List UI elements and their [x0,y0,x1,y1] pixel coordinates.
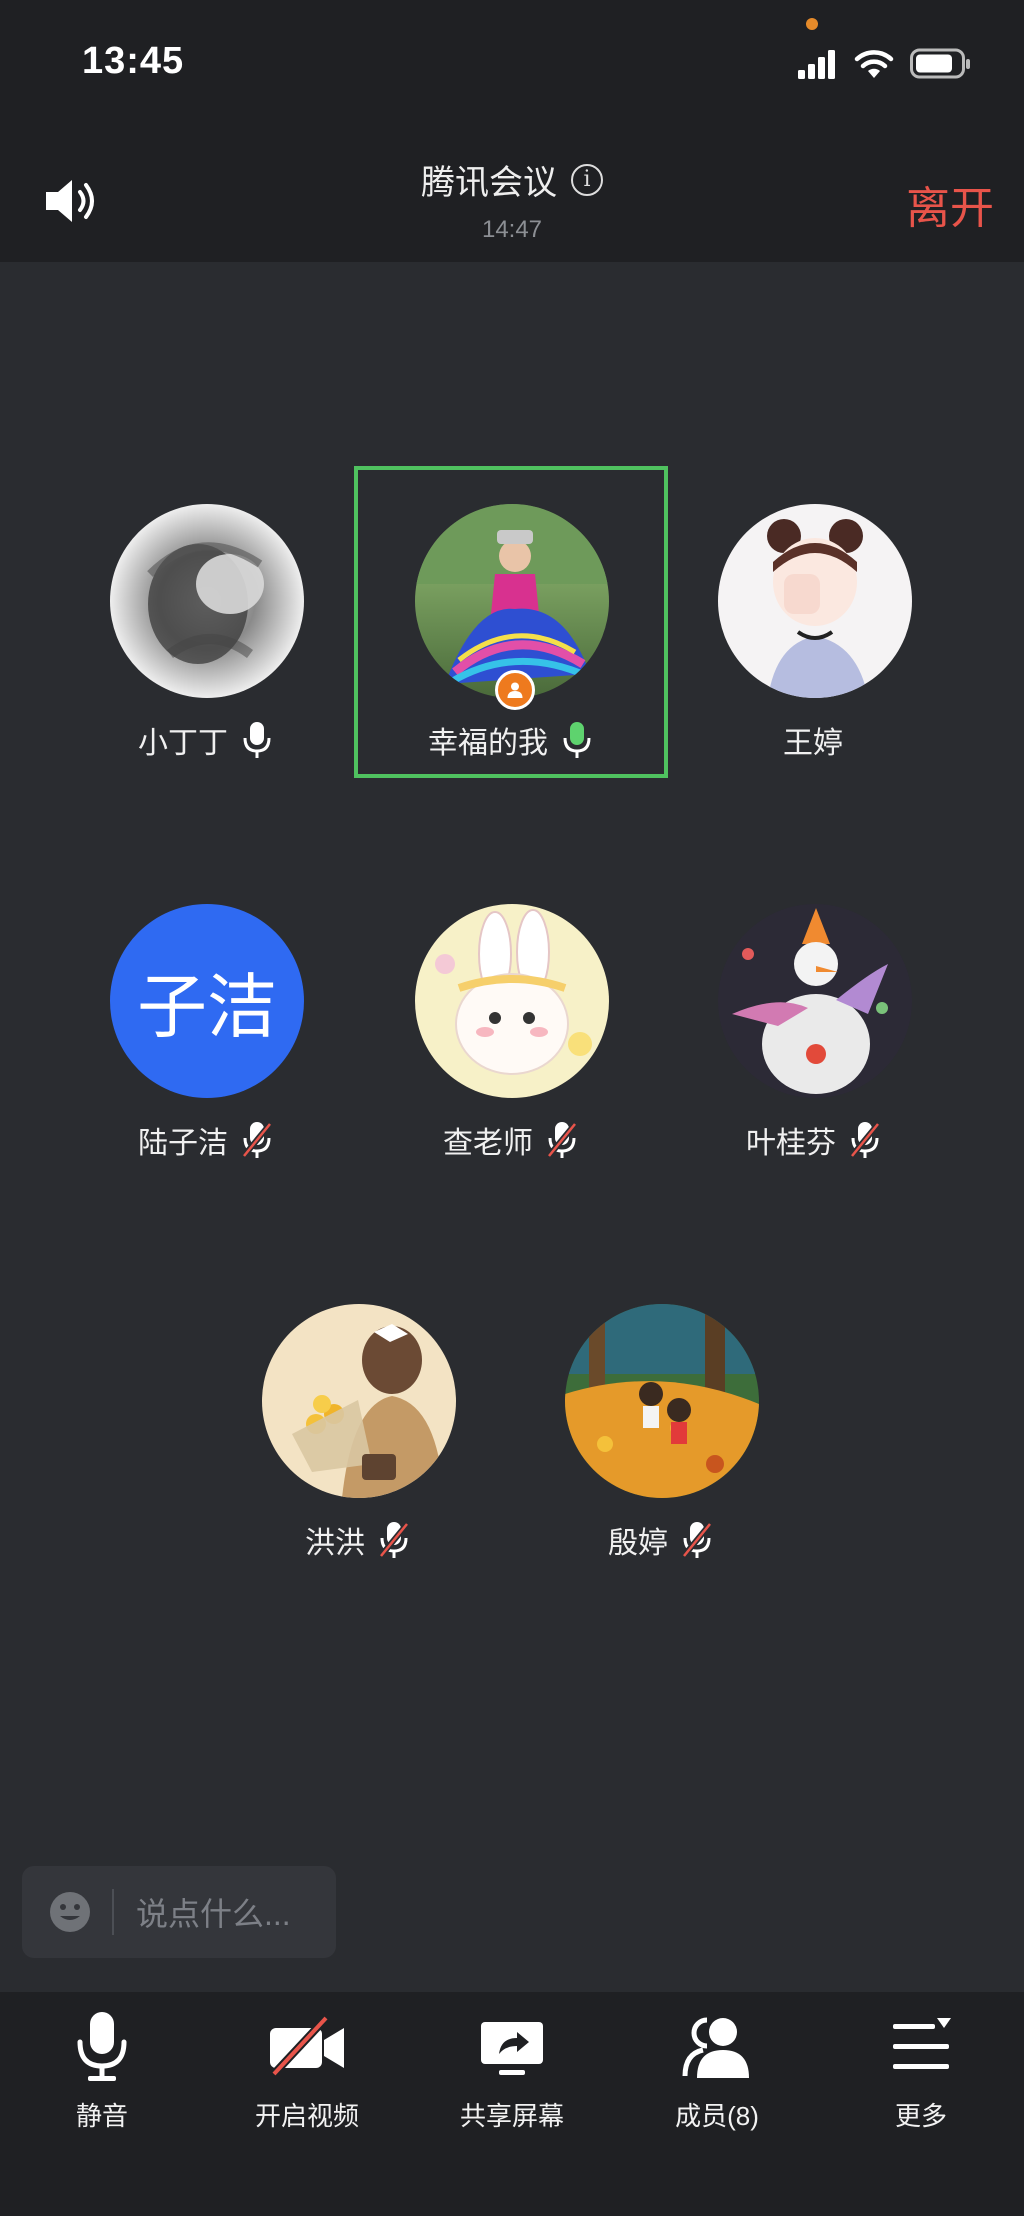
avatar-image [435,909,592,1075]
members-icon [682,2017,749,2078]
participant-name: 王婷 [783,727,843,760]
chat-placeholder: 说点什么... [136,1896,291,1932]
participant-name-row: 叶桂芬 [693,1118,933,1162]
avatar-image [147,542,264,664]
participant-tile[interactable]: 殷婷 [540,1262,780,1560]
participant-tile[interactable]: 叶桂芬 [693,862,933,1160]
cellular-signal-icon [798,50,835,79]
participant-name-row: 洪洪 [237,1518,477,1562]
avatar-image [767,519,868,698]
avatar-image [732,908,888,1094]
share-screen-button[interactable]: 共享屏幕 [437,2010,587,2133]
microphone-muted-icon [682,1521,712,1559]
video-button[interactable]: 开启视频 [232,2010,382,2133]
participant-tile[interactable]: 王婷 [693,462,933,760]
avatar [415,504,609,698]
participant-name-row: 殷婷 [540,1518,780,1562]
microphone-muted-icon [379,1521,409,1559]
members-button[interactable]: 成员(8) [642,2010,792,2133]
share-screen-label: 共享屏幕 [459,2101,564,2131]
status-time: 13:45 [82,40,185,82]
participant-name: 幸福的我 [428,727,548,760]
mute-button[interactable]: 静音 [27,2010,177,2133]
participant-name-row: 小丁丁 [85,718,325,762]
microphone-speaking-icon [563,722,591,758]
participant-tile[interactable]: 子洁 陆子洁 [85,862,325,1160]
avatar [565,1304,759,1498]
avatar-image [415,504,609,686]
participant-name-row: 王婷 [693,718,933,762]
top-bar: 13:45 腾讯会议 i 14:47 离开 [0,0,1024,262]
participant-name-row: 查老师 [390,1118,630,1162]
leave-button[interactable]: 离开 [906,172,994,236]
participant-name: 陆子洁 [138,1127,228,1160]
video-label: 开启视频 [254,2101,359,2131]
privacy-indicator-dot [806,18,818,30]
chat-input[interactable]: 说点什么... [22,1866,336,1958]
mute-label: 静音 [75,2101,128,2131]
participant-tile[interactable]: 查老师 [390,862,630,1160]
participant-name: 洪洪 [305,1527,365,1560]
status-icons [798,44,972,84]
meeting-title-text: 腾讯会议 [421,164,557,202]
avatar [718,904,912,1098]
participant-name: 查老师 [443,1127,533,1160]
meeting-title[interactable]: 腾讯会议 i [421,155,603,204]
more-label: 更多 [894,2101,947,2131]
avatar [262,1304,456,1498]
more-button[interactable]: 更多 [846,2010,996,2133]
avatar-image [292,1324,444,1498]
avatar-initials: 子洁 [137,967,277,1046]
host-icon [495,670,535,710]
participant-name: 殷婷 [608,1527,668,1560]
emoji-icon[interactable] [48,1890,92,1934]
bottom-toolbar: 静音 开启视频 共享屏幕 成员(8) 更多 [0,1992,1024,2216]
avatar [415,904,609,1098]
avatar-image [565,1304,759,1498]
more-menu-icon [893,2018,951,2069]
meeting-duration: 14:47 [481,216,543,243]
members-label: 成员(8) [675,2101,759,2131]
participant-name: 小丁丁 [138,727,228,760]
avatar: 子洁 [110,904,304,1098]
chat-divider [112,1889,114,1935]
participant-tile[interactable]: 洪洪 [237,1262,477,1560]
avatar [110,504,304,698]
share-screen-icon [481,2022,543,2075]
microphone-muted-icon [850,1121,880,1159]
avatar [718,504,912,698]
microphone-icon [243,722,271,758]
info-icon[interactable]: i [571,163,603,196]
video-off-icon [269,2013,344,2079]
participant-name-row: 幸福的我 [390,718,630,762]
microphone-muted-icon [547,1121,577,1159]
meeting-title-area: 腾讯会议 i [0,155,1024,204]
wifi-icon [854,50,894,78]
participant-name: 叶桂芬 [746,1127,836,1160]
microphone-icon [77,2012,127,2081]
microphone-muted-icon [242,1121,272,1159]
battery-icon [910,48,970,79]
participant-name-row: 陆子洁 [85,1118,325,1162]
participant-tile[interactable]: 小丁丁 [85,462,325,760]
